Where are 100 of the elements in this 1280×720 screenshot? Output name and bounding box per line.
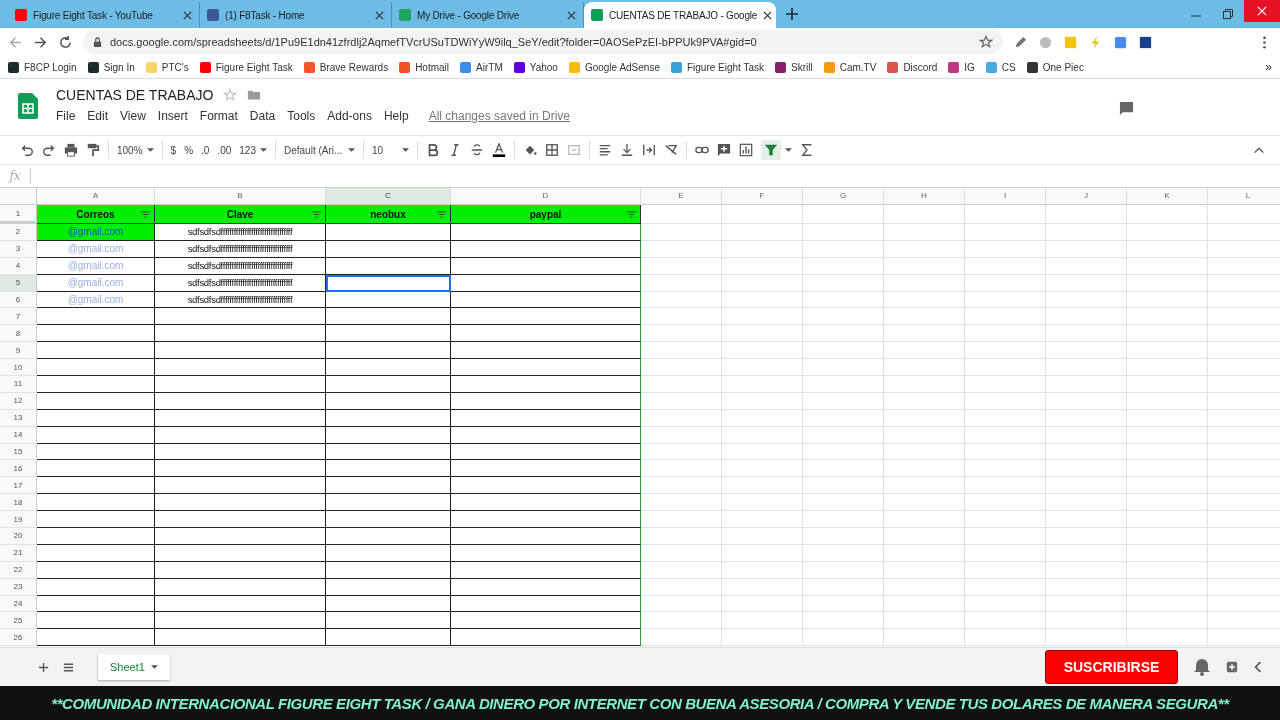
more-bookmarks-button[interactable]: »: [1265, 60, 1272, 74]
table-cell[interactable]: [155, 376, 326, 393]
table-cell[interactable]: [451, 460, 641, 478]
fill-color-icon[interactable]: [523, 143, 537, 157]
table-cell[interactable]: [37, 325, 155, 343]
table-cell[interactable]: [326, 409, 451, 427]
bookmark[interactable]: F8CP Login: [8, 61, 77, 73]
undo-icon[interactable]: [20, 143, 34, 157]
table-cell[interactable]: [155, 612, 326, 630]
table-cell[interactable]: [155, 308, 326, 326]
row-number[interactable]: 10: [0, 359, 37, 376]
row-number[interactable]: 16: [0, 460, 37, 478]
document-title[interactable]: CUENTAS DE TRABAJO: [56, 87, 214, 103]
selected-cell[interactable]: [326, 274, 451, 292]
column-header[interactable]: J: [1046, 188, 1127, 205]
table-cell[interactable]: [155, 561, 326, 579]
menu-item[interactable]: Data: [249, 109, 276, 123]
table-cell[interactable]: [326, 629, 451, 647]
close-window-button[interactable]: [1244, 0, 1280, 22]
reload-icon[interactable]: [58, 34, 73, 50]
table-cell[interactable]: [326, 359, 451, 376]
table-cell[interactable]: [326, 477, 451, 495]
table-cell[interactable]: [155, 460, 326, 478]
table-cell[interactable]: [37, 376, 155, 393]
table-cell[interactable]: [326, 612, 451, 630]
new-tab-icon[interactable]: [786, 8, 798, 20]
table-cell[interactable]: [155, 494, 326, 512]
functions-icon[interactable]: [800, 143, 814, 157]
sheet-tab[interactable]: Sheet1: [98, 654, 170, 680]
table-cell[interactable]: [326, 494, 451, 512]
table-cell[interactable]: [37, 359, 155, 376]
table-cell[interactable]: [451, 240, 641, 258]
table-cell[interactable]: [155, 544, 326, 562]
align-icon[interactable]: [598, 143, 612, 157]
bookmark[interactable]: AirTM: [460, 61, 503, 73]
table-cell[interactable]: [451, 561, 641, 579]
sheets-logo-icon[interactable]: [18, 93, 38, 119]
table-cell[interactable]: [451, 629, 641, 647]
bookmark[interactable]: Hotmail: [399, 61, 450, 73]
column-header[interactable]: K: [1127, 188, 1208, 205]
column-header[interactable]: C: [326, 188, 451, 205]
table-cell[interactable]: [451, 494, 641, 512]
table-cell[interactable]: [37, 342, 155, 360]
borders-icon[interactable]: [545, 143, 559, 157]
menu-item[interactable]: View: [120, 109, 146, 123]
menu-item[interactable]: Tools: [287, 109, 316, 123]
table-cell[interactable]: [451, 291, 641, 309]
merge-cells-icon[interactable]: [567, 143, 581, 157]
table-cell[interactable]: [37, 544, 155, 562]
star-icon[interactable]: [223, 88, 238, 102]
font-size-dropdown[interactable]: 10: [372, 144, 398, 156]
table-cell[interactable]: [326, 392, 451, 410]
table-cell[interactable]: [326, 376, 451, 393]
table-cell[interactable]: [37, 612, 155, 630]
menu-item[interactable]: Format: [199, 109, 238, 123]
row-number[interactable]: 1: [0, 205, 37, 224]
table-cell[interactable]: [326, 325, 451, 343]
menu-item[interactable]: Add-ons: [327, 109, 372, 123]
bookmark[interactable]: Figure Eight Task: [199, 61, 293, 73]
caret-icon[interactable]: [146, 148, 154, 152]
row-number[interactable]: 19: [0, 511, 37, 529]
caret-icon[interactable]: [785, 148, 792, 152]
bookmark[interactable]: Brave Rewards: [303, 61, 389, 73]
bookmark[interactable]: One Piec: [1026, 61, 1084, 73]
table-cell[interactable]: [326, 544, 451, 562]
table-cell[interactable]: [451, 274, 641, 292]
table-cell[interactable]: [37, 392, 155, 410]
table-cell[interactable]: [451, 443, 641, 461]
column-header[interactable]: B: [155, 188, 326, 205]
percent-button[interactable]: %: [184, 144, 194, 156]
bookmark[interactable]: Cam.TV: [823, 61, 877, 73]
subscribe-button[interactable]: SUSCRIBIRSE: [1045, 650, 1178, 684]
chart-icon[interactable]: [739, 143, 753, 157]
column-header[interactable]: I: [965, 188, 1046, 205]
table-cell[interactable]: [326, 426, 451, 444]
bookmark[interactable]: Discord: [887, 61, 938, 73]
caret-icon[interactable]: [402, 148, 409, 152]
table-cell[interactable]: [37, 629, 155, 647]
table-cell[interactable]: [155, 629, 326, 647]
table-cell[interactable]: [451, 224, 641, 241]
table-cell[interactable]: [37, 308, 155, 326]
table-cell[interactable]: [451, 376, 641, 393]
redo-icon[interactable]: [42, 143, 56, 157]
bell-icon[interactable]: [1192, 657, 1212, 677]
table-cell[interactable]: [326, 511, 451, 529]
column-header[interactable]: F: [722, 188, 803, 205]
text-color-icon[interactable]: [492, 143, 506, 157]
table-cell[interactable]: [326, 291, 451, 309]
row-number[interactable]: 17: [0, 477, 37, 495]
table-cell[interactable]: [37, 511, 155, 529]
text-wrap-icon[interactable]: [642, 143, 656, 157]
table-cell[interactable]: [155, 359, 326, 376]
close-icon[interactable]: [183, 10, 192, 20]
table-cell[interactable]: [155, 443, 326, 461]
caret-icon[interactable]: [348, 148, 355, 152]
filter-button[interactable]: [761, 140, 781, 160]
table-cell[interactable]: [37, 494, 155, 512]
table-cell[interactable]: [451, 426, 641, 444]
strikethrough-icon[interactable]: [470, 143, 484, 157]
bookmark[interactable]: Google AdSense: [568, 61, 660, 73]
